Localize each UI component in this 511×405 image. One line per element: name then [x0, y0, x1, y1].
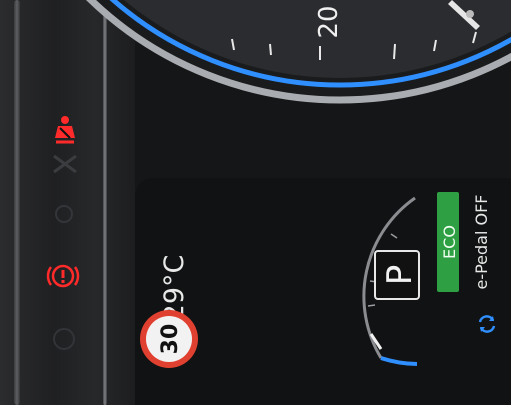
- unlit-indicator-icon: [53, 328, 75, 350]
- regen-cycle-icon: [478, 315, 496, 333]
- unlit-warning-icon: [53, 154, 77, 174]
- drive-mode-badge: ECO: [437, 192, 459, 292]
- speed-limit-sign: 30: [140, 310, 198, 368]
- drive-mode-label: ECO: [440, 225, 459, 259]
- parking-brake-warning-icon: [46, 264, 80, 288]
- power-arc-regen: [380, 356, 418, 366]
- info-display: 29°C 30 P ECO e-Pedal OFF: [135, 178, 511, 405]
- seatbelt-warning-icon: [55, 116, 75, 144]
- unlit-lamp-icon: [55, 205, 73, 223]
- gear-letter: P: [380, 265, 420, 286]
- gear-indicator: P: [374, 250, 420, 300]
- epedal-status: e-Pedal OFF: [472, 194, 491, 289]
- speed-limit-value: 30: [158, 324, 183, 355]
- speedometer-number: 20: [314, 5, 344, 38]
